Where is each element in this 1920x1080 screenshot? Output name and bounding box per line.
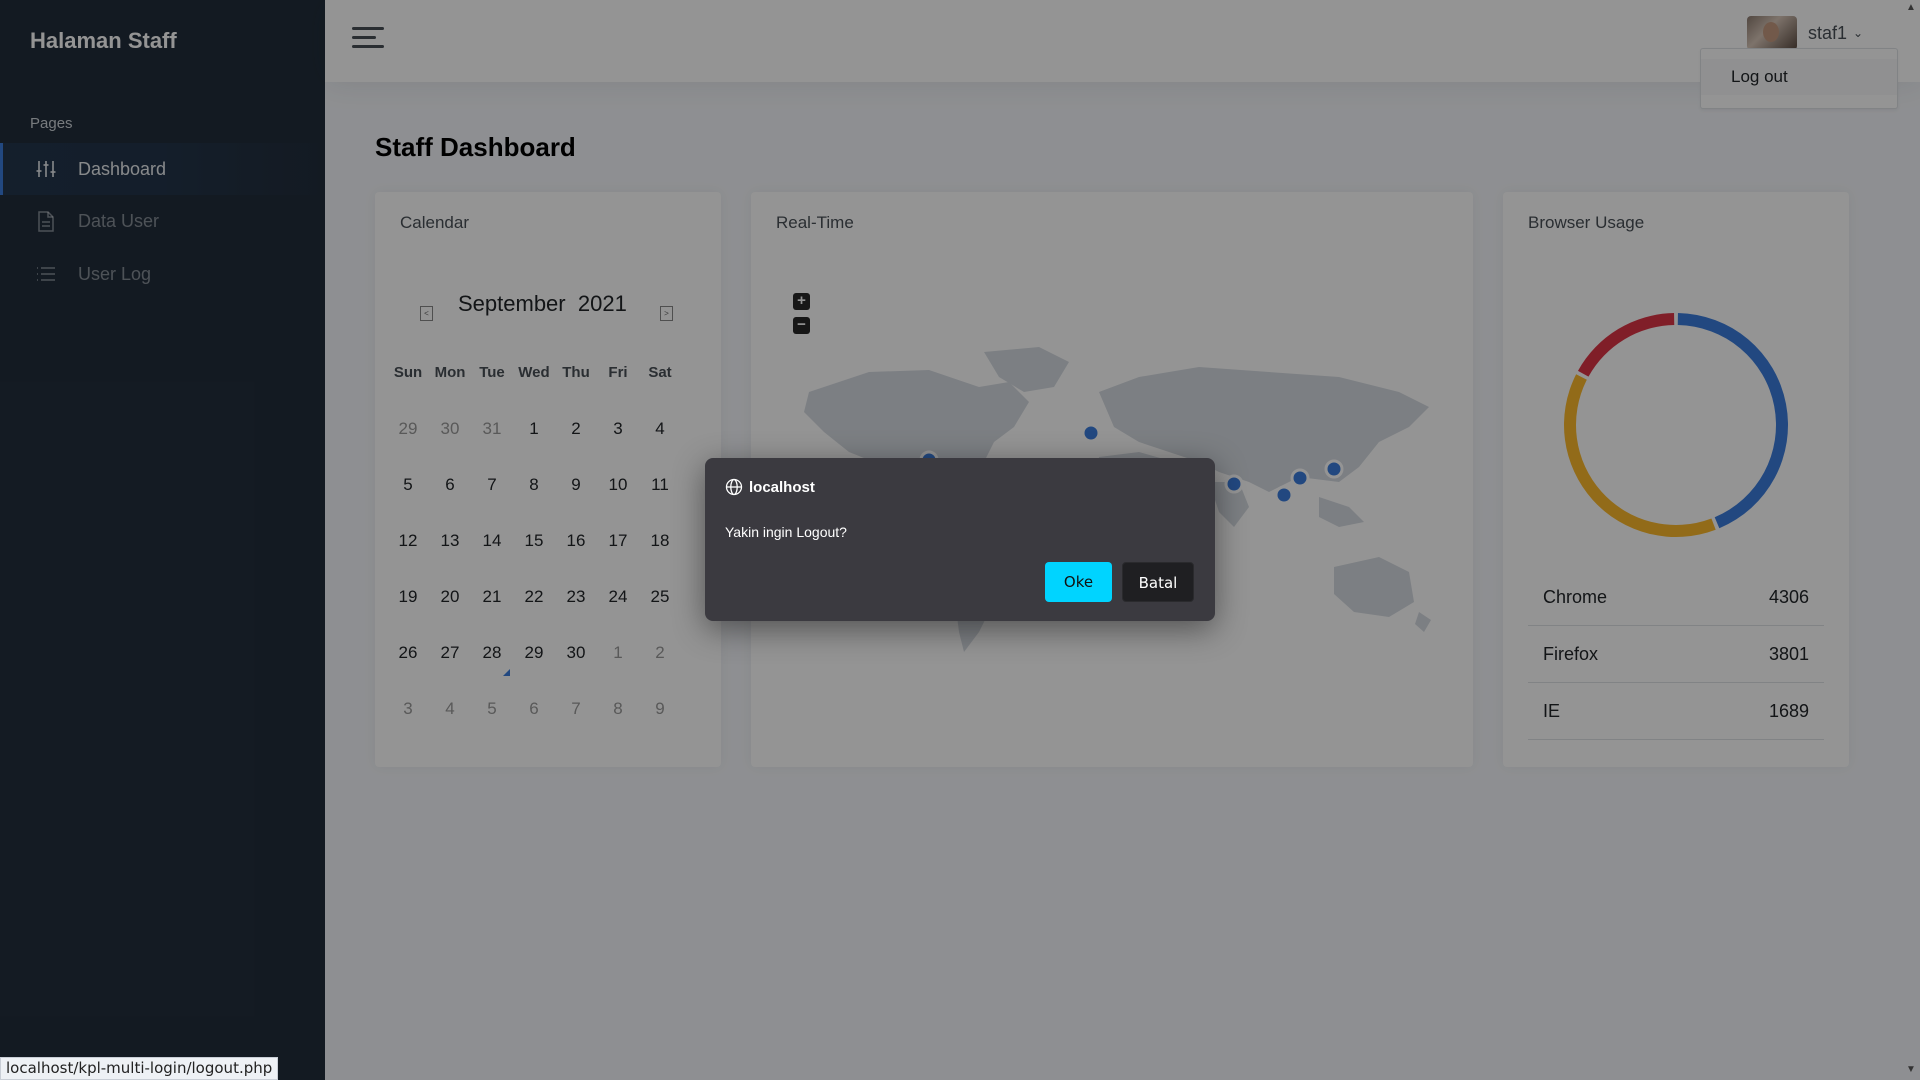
globe-icon	[725, 478, 743, 496]
dialog-origin: localhost	[725, 478, 815, 496]
dialog-origin-text: localhost	[749, 478, 815, 496]
ok-button[interactable]: Oke	[1045, 562, 1112, 602]
scroll-up-icon[interactable]: ▲	[1905, 2, 1917, 14]
confirm-dialog: localhost Yakin ingin Logout? Oke Batal	[705, 458, 1215, 621]
cancel-button[interactable]: Batal	[1122, 562, 1194, 602]
status-bar-url: localhost/kpl-multi-login/logout.php	[0, 1057, 279, 1080]
dialog-message: Yakin ingin Logout?	[725, 524, 847, 540]
scroll-down-icon[interactable]: ▼	[1905, 1064, 1917, 1076]
